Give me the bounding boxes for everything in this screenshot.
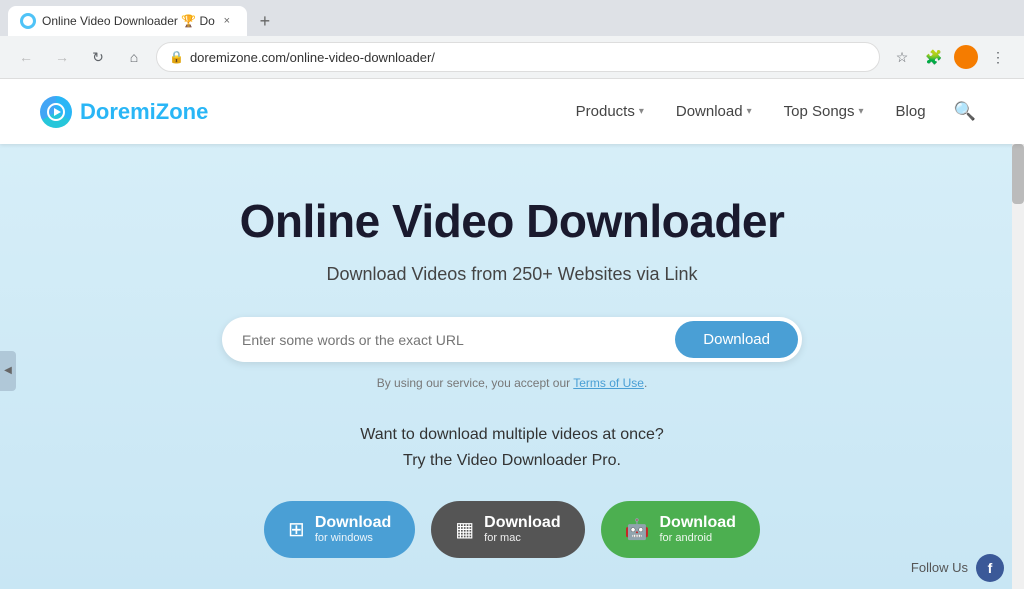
multi-video-promo: Want to download multiple videos at once… [360,422,664,473]
extensions-icon[interactable]: 🧩 [920,43,948,71]
reload-button[interactable]: ↻ [84,43,112,71]
chevron-down-icon: ▾ [859,106,864,117]
search-download-button[interactable]: Download [675,321,798,358]
hero-section: ◀ Online Video Downloader Download Video… [0,144,1024,589]
mac-icon: ▦ [455,517,474,542]
profile-button[interactable] [952,43,980,71]
terms-of-use-link[interactable]: Terms of Use [573,376,644,390]
follow-us-label: Follow Us [911,560,968,575]
lock-icon: 🔒 [169,50,184,64]
hero-title: Online Video Downloader [240,194,785,248]
terms-text: By using our service, you accept our Ter… [377,376,648,390]
forward-button[interactable]: → [48,43,76,71]
tab-close-button[interactable]: × [219,13,235,29]
sidebar-toggle[interactable]: ◀ [0,351,16,391]
tab-bar: Online Video Downloader 🏆 Do × + [0,0,1024,36]
nav-blog[interactable]: Blog [884,95,938,128]
url-display: doremizone.com/online-video-downloader/ [190,50,867,65]
back-button[interactable]: ← [12,43,40,71]
scrollbar-thumb[interactable] [1012,144,1024,204]
download-buttons: ⊞ Download for windows ▦ Download for ma… [264,501,760,557]
scrollbar[interactable] [1012,144,1024,589]
logo[interactable]: DoremiZone [40,96,208,128]
address-input-wrap[interactable]: 🔒 doremizone.com/online-video-downloader… [156,42,880,72]
active-tab[interactable]: Online Video Downloader 🏆 Do × [8,6,247,36]
toolbar-icons: ☆ 🧩 ⋮ [888,43,1012,71]
menu-button[interactable]: ⋮ [984,43,1012,71]
browser-chrome: Online Video Downloader 🏆 Do × + ← → ↻ ⌂… [0,0,1024,79]
windows-icon: ⊞ [288,517,305,542]
address-bar: ← → ↻ ⌂ 🔒 doremizone.com/online-video-do… [0,36,1024,78]
nav-download[interactable]: Download ▾ [664,95,764,128]
search-bar: Download [222,317,802,362]
android-icon: 🤖 [625,517,650,542]
download-android-button[interactable]: 🤖 Download for android [601,501,760,557]
search-icon[interactable]: 🔍 [946,93,984,130]
facebook-icon[interactable]: f [976,554,1004,582]
follow-us: Follow Us f [911,554,1004,582]
search-input[interactable] [242,332,675,348]
tab-title: Online Video Downloader 🏆 Do [42,14,215,28]
website-content: DoremiZone Products ▾ Download ▾ Top Son… [0,79,1024,589]
download-mac-button[interactable]: ▦ Download for mac [431,501,584,557]
download-windows-button[interactable]: ⊞ Download for windows [264,501,415,557]
nav-products[interactable]: Products ▾ [564,95,656,128]
chevron-down-icon: ▾ [639,106,644,117]
bookmark-icon[interactable]: ☆ [888,43,916,71]
nav-links: Products ▾ Download ▾ Top Songs ▾ Blog 🔍 [564,93,984,130]
chevron-down-icon: ▾ [747,106,752,117]
home-button[interactable]: ⌂ [120,43,148,71]
tab-favicon [20,13,36,29]
logo-icon [40,96,72,128]
nav-top-songs[interactable]: Top Songs ▾ [772,95,876,128]
new-tab-button[interactable]: + [251,7,279,35]
hero-subtitle: Download Videos from 250+ Websites via L… [326,264,697,285]
logo-text: DoremiZone [80,99,208,125]
site-navbar: DoremiZone Products ▾ Download ▾ Top Son… [0,79,1024,144]
profile-avatar [954,45,978,69]
